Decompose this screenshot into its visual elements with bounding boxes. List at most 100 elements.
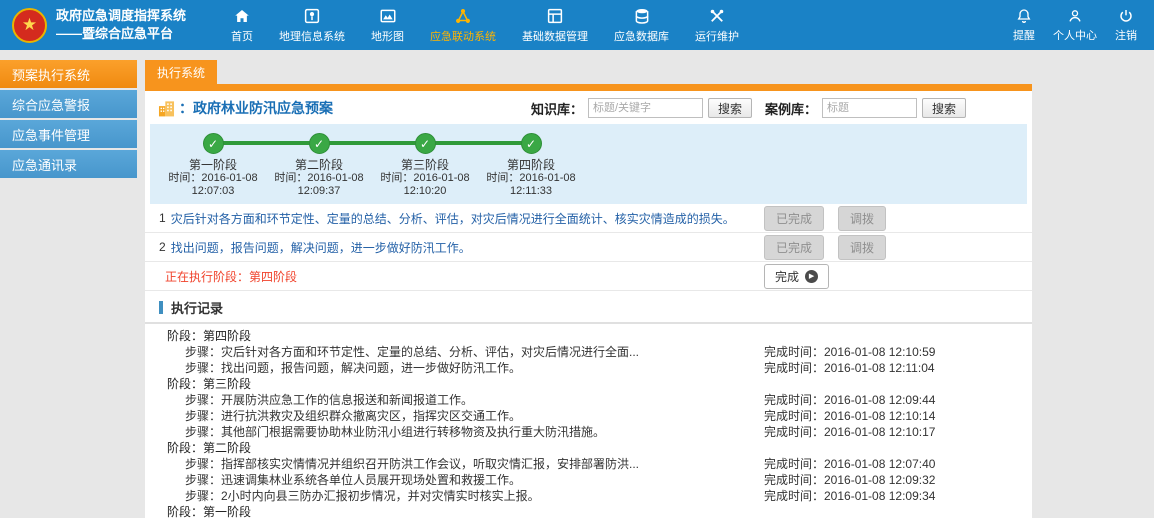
sidebar-item-label: 预案执行系统 xyxy=(12,65,90,84)
record-group: 阶段：第一阶段 步骤：灾情发生及时向防汛领导小组和县三防办报告人员伤亡和财产损失… xyxy=(145,504,1032,518)
completed-button[interactable]: 已完成 xyxy=(764,206,824,231)
data-table-icon xyxy=(546,7,564,25)
sidebar: 预案执行系统 综合应急警报 应急事件管理 应急通讯录 xyxy=(0,60,137,518)
stage-time: 12:10:20 xyxy=(372,185,478,198)
check-circle-icon: ✓ xyxy=(203,133,224,154)
task-row: 2 找出问题，报告问题，解决问题，进一步做好防汛工作。 已完成 调拨 xyxy=(145,233,1032,262)
top-header: ★ 政府应急调度指挥系统 ——暨综合应急平台 首页 地理信息系统 地形图 应急联… xyxy=(0,0,1154,50)
nav-maintenance[interactable]: 运行维护 xyxy=(682,0,752,50)
stage-time: 12:09:37 xyxy=(266,185,372,198)
home-icon xyxy=(233,7,251,25)
record-group: 阶段：第二阶段 步骤：指挥部核实灾情情况并组织召开防洪工作会议，听取灾情汇报，安… xyxy=(145,440,1032,504)
record-step-row: 步骤：进行抗洪救灾及组织群众撤离灾区，指挥灾区交通工作。 完成时间：2016-0… xyxy=(145,408,1032,424)
action-label: 提醒 xyxy=(1013,27,1035,43)
case-search-button[interactable]: 搜索 xyxy=(922,98,966,118)
record-step-time: 完成时间：2016-01-08 12:09:44 xyxy=(764,393,1032,408)
record-step-text: 步骤：进行抗洪救灾及组织群众撤离灾区，指挥灾区交通工作。 xyxy=(145,409,764,424)
sidebar-item-label: 应急通讯录 xyxy=(12,155,77,174)
power-icon xyxy=(1118,8,1134,24)
case-search-input[interactable] xyxy=(822,98,917,118)
task-buttons: 已完成 调拨 xyxy=(764,235,1032,260)
record-step-time: 完成时间：2016-01-08 12:10:17 xyxy=(764,425,1032,440)
tab-execution-system[interactable]: 执行系统 xyxy=(145,60,217,84)
nav-terrain[interactable]: 地形图 xyxy=(358,0,417,50)
stage-stepper: ✓ 第一阶段 时间：2016-01-08 12:07:03 ✓ 第二阶段 时间：… xyxy=(150,124,1027,204)
nav-basic-data[interactable]: 基础数据管理 xyxy=(509,0,601,50)
nav-emergency-database[interactable]: 应急数据库 xyxy=(601,0,682,50)
record-step-time: 完成时间：2016-01-08 12:11:04 xyxy=(764,361,1032,376)
records-list: 阶段：第四阶段 步骤：灾后针对各方面和环节定性、定量的总结、分析、评估，对灾后情… xyxy=(145,324,1032,518)
task-list: 1 灾后针对各方面和环节定性、定量的总结、分析、评估，对灾后情况进行全面统计、核… xyxy=(145,204,1032,262)
knowledge-search-button[interactable]: 搜索 xyxy=(708,98,752,118)
stage-name: 第二阶段 xyxy=(266,158,372,172)
stage-name: 第四阶段 xyxy=(478,158,584,172)
record-step-row: 步骤：开展防洪应急工作的信息报送和新闻报道工作。 完成时间：2016-01-08… xyxy=(145,392,1032,408)
record-step-text: 步骤：迅速调集林业系统各单位人员展开现场处置和救援工作。 xyxy=(145,473,764,488)
nav-label: 运行维护 xyxy=(695,28,739,44)
sidebar-item-plan-execution[interactable]: 预案执行系统 xyxy=(0,60,137,88)
sidebar-item-event-management[interactable]: 应急事件管理 xyxy=(0,120,137,148)
task-number: 2 xyxy=(159,240,166,254)
record-step-row: 步骤：2小时内向县三防办汇报初步情况，并对灾情实时核实上报。 完成时间：2016… xyxy=(145,488,1032,504)
knowledge-base-label: 知识库： xyxy=(531,99,583,118)
record-step-text: 步骤：指挥部核实灾情情况并组织召开防洪工作会议，听取灾情汇报，安排部署防洪... xyxy=(145,457,764,472)
completed-button[interactable]: 已完成 xyxy=(764,235,824,260)
brand-text: 政府应急调度指挥系统 ——暨综合应急平台 xyxy=(56,7,186,43)
allocate-button[interactable]: 调拨 xyxy=(838,235,886,260)
reminder-button[interactable]: 提醒 xyxy=(1004,0,1044,50)
record-step-text: 步骤：2小时内向县三防办汇报初步情况，并对灾情实时核实上报。 xyxy=(145,489,764,504)
gis-map-icon xyxy=(303,7,321,25)
record-step-text: 步骤：开展防洪应急工作的信息报送和新闻报道工作。 xyxy=(145,393,764,408)
nav-emergency-linkage[interactable]: 应急联动系统 xyxy=(417,0,509,50)
records-title: 执行记录 xyxy=(171,298,223,317)
knowledge-search-input[interactable] xyxy=(588,98,703,118)
stage-name: 第一阶段 xyxy=(160,158,266,172)
record-step-row: 步骤：迅速调集林业系统各单位人员展开现场处置和救援工作。 完成时间：2016-0… xyxy=(145,472,1032,488)
record-step-text: 步骤：其他部门根据需要协助林业防汛小组进行转移物资及执行重大防汛措施。 xyxy=(145,425,764,440)
task-number: 1 xyxy=(159,211,166,225)
body-row: 预案执行系统 综合应急警报 应急事件管理 应急通讯录 执行系统 ：政府林业防汛应… xyxy=(0,50,1154,518)
finish-play-icon: ▶ xyxy=(805,270,818,283)
record-step-time: 完成时间：2016-01-08 12:09:32 xyxy=(764,473,1032,488)
record-steps: 步骤：开展防洪应急工作的信息报送和新闻报道工作。 完成时间：2016-01-08… xyxy=(145,392,1032,440)
nav-label: 基础数据管理 xyxy=(522,28,588,44)
stage-time: 12:07:03 xyxy=(160,185,266,198)
nav-gis[interactable]: 地理信息系统 xyxy=(266,0,358,50)
finish-button[interactable]: 完成 ▶ xyxy=(764,264,829,289)
linkage-network-icon xyxy=(454,7,472,25)
stage-date: 时间：2016-01-08 xyxy=(372,172,478,185)
nav-home[interactable]: 首页 xyxy=(218,0,266,50)
allocate-button[interactable]: 调拨 xyxy=(838,206,886,231)
nav-label: 应急联动系统 xyxy=(430,28,496,44)
task-description-link[interactable]: 找出问题，报告问题，解决问题，进一步做好防汛工作。 xyxy=(171,239,764,256)
record-step-text: 步骤：找出问题，报告问题，解决问题，进一步做好防汛工作。 xyxy=(145,361,764,376)
records-header: 执行记录 xyxy=(145,291,1032,324)
stage-date: 时间：2016-01-08 xyxy=(266,172,372,185)
logout-button[interactable]: 注销 xyxy=(1106,0,1146,50)
stage-date: 时间：2016-01-08 xyxy=(478,172,584,185)
nav-label: 地理信息系统 xyxy=(279,28,345,44)
sidebar-item-label: 综合应急警报 xyxy=(12,95,90,114)
action-label: 个人中心 xyxy=(1053,27,1097,43)
records-accent-bar xyxy=(159,301,163,314)
record-group: 阶段：第四阶段 步骤：灾后针对各方面和环节定性、定量的总结、分析、评估，对灾后情… xyxy=(145,328,1032,376)
stepper-connector-line xyxy=(213,141,531,145)
record-stage-row: 阶段：第四阶段 xyxy=(145,328,1032,344)
national-emblem-logo: ★ xyxy=(12,8,47,43)
record-step-time: 完成时间：2016-01-08 12:09:34 xyxy=(764,489,1032,504)
plan-title-link[interactable]: ：政府林业防汛应急预案 xyxy=(179,98,333,118)
record-step-row: 步骤：找出问题，报告问题，解决问题，进一步做好防汛工作。 完成时间：2016-0… xyxy=(145,360,1032,376)
sidebar-item-emergency-alarm[interactable]: 综合应急警报 xyxy=(0,90,137,118)
app-subtitle: ——暨综合应急平台 xyxy=(56,25,186,43)
nav-label: 地形图 xyxy=(371,28,404,44)
personal-center-button[interactable]: 个人中心 xyxy=(1044,0,1106,50)
task-description-link[interactable]: 灾后针对各方面和环节定性、定量的总结、分析、评估，对灾后情况进行全面统计、核实灾… xyxy=(171,210,764,227)
record-step-text: 步骤：灾后针对各方面和环节定性、定量的总结、分析、评估，对灾后情况进行全面... xyxy=(145,345,764,360)
record-step-row: 步骤：其他部门根据需要协助林业防汛小组进行转移物资及执行重大防汛措施。 完成时间… xyxy=(145,424,1032,440)
current-stage-text: 正在执行阶段：第四阶段 xyxy=(159,268,764,285)
sidebar-item-contacts[interactable]: 应急通讯录 xyxy=(0,150,137,178)
action-label: 注销 xyxy=(1115,27,1137,43)
title-row: ：政府林业防汛应急预案 知识库： 搜索 案例库： 搜索 xyxy=(145,91,1032,124)
record-steps: 步骤：灾后针对各方面和环节定性、定量的总结、分析、评估，对灾后情况进行全面...… xyxy=(145,344,1032,376)
nav-label: 首页 xyxy=(231,28,253,44)
